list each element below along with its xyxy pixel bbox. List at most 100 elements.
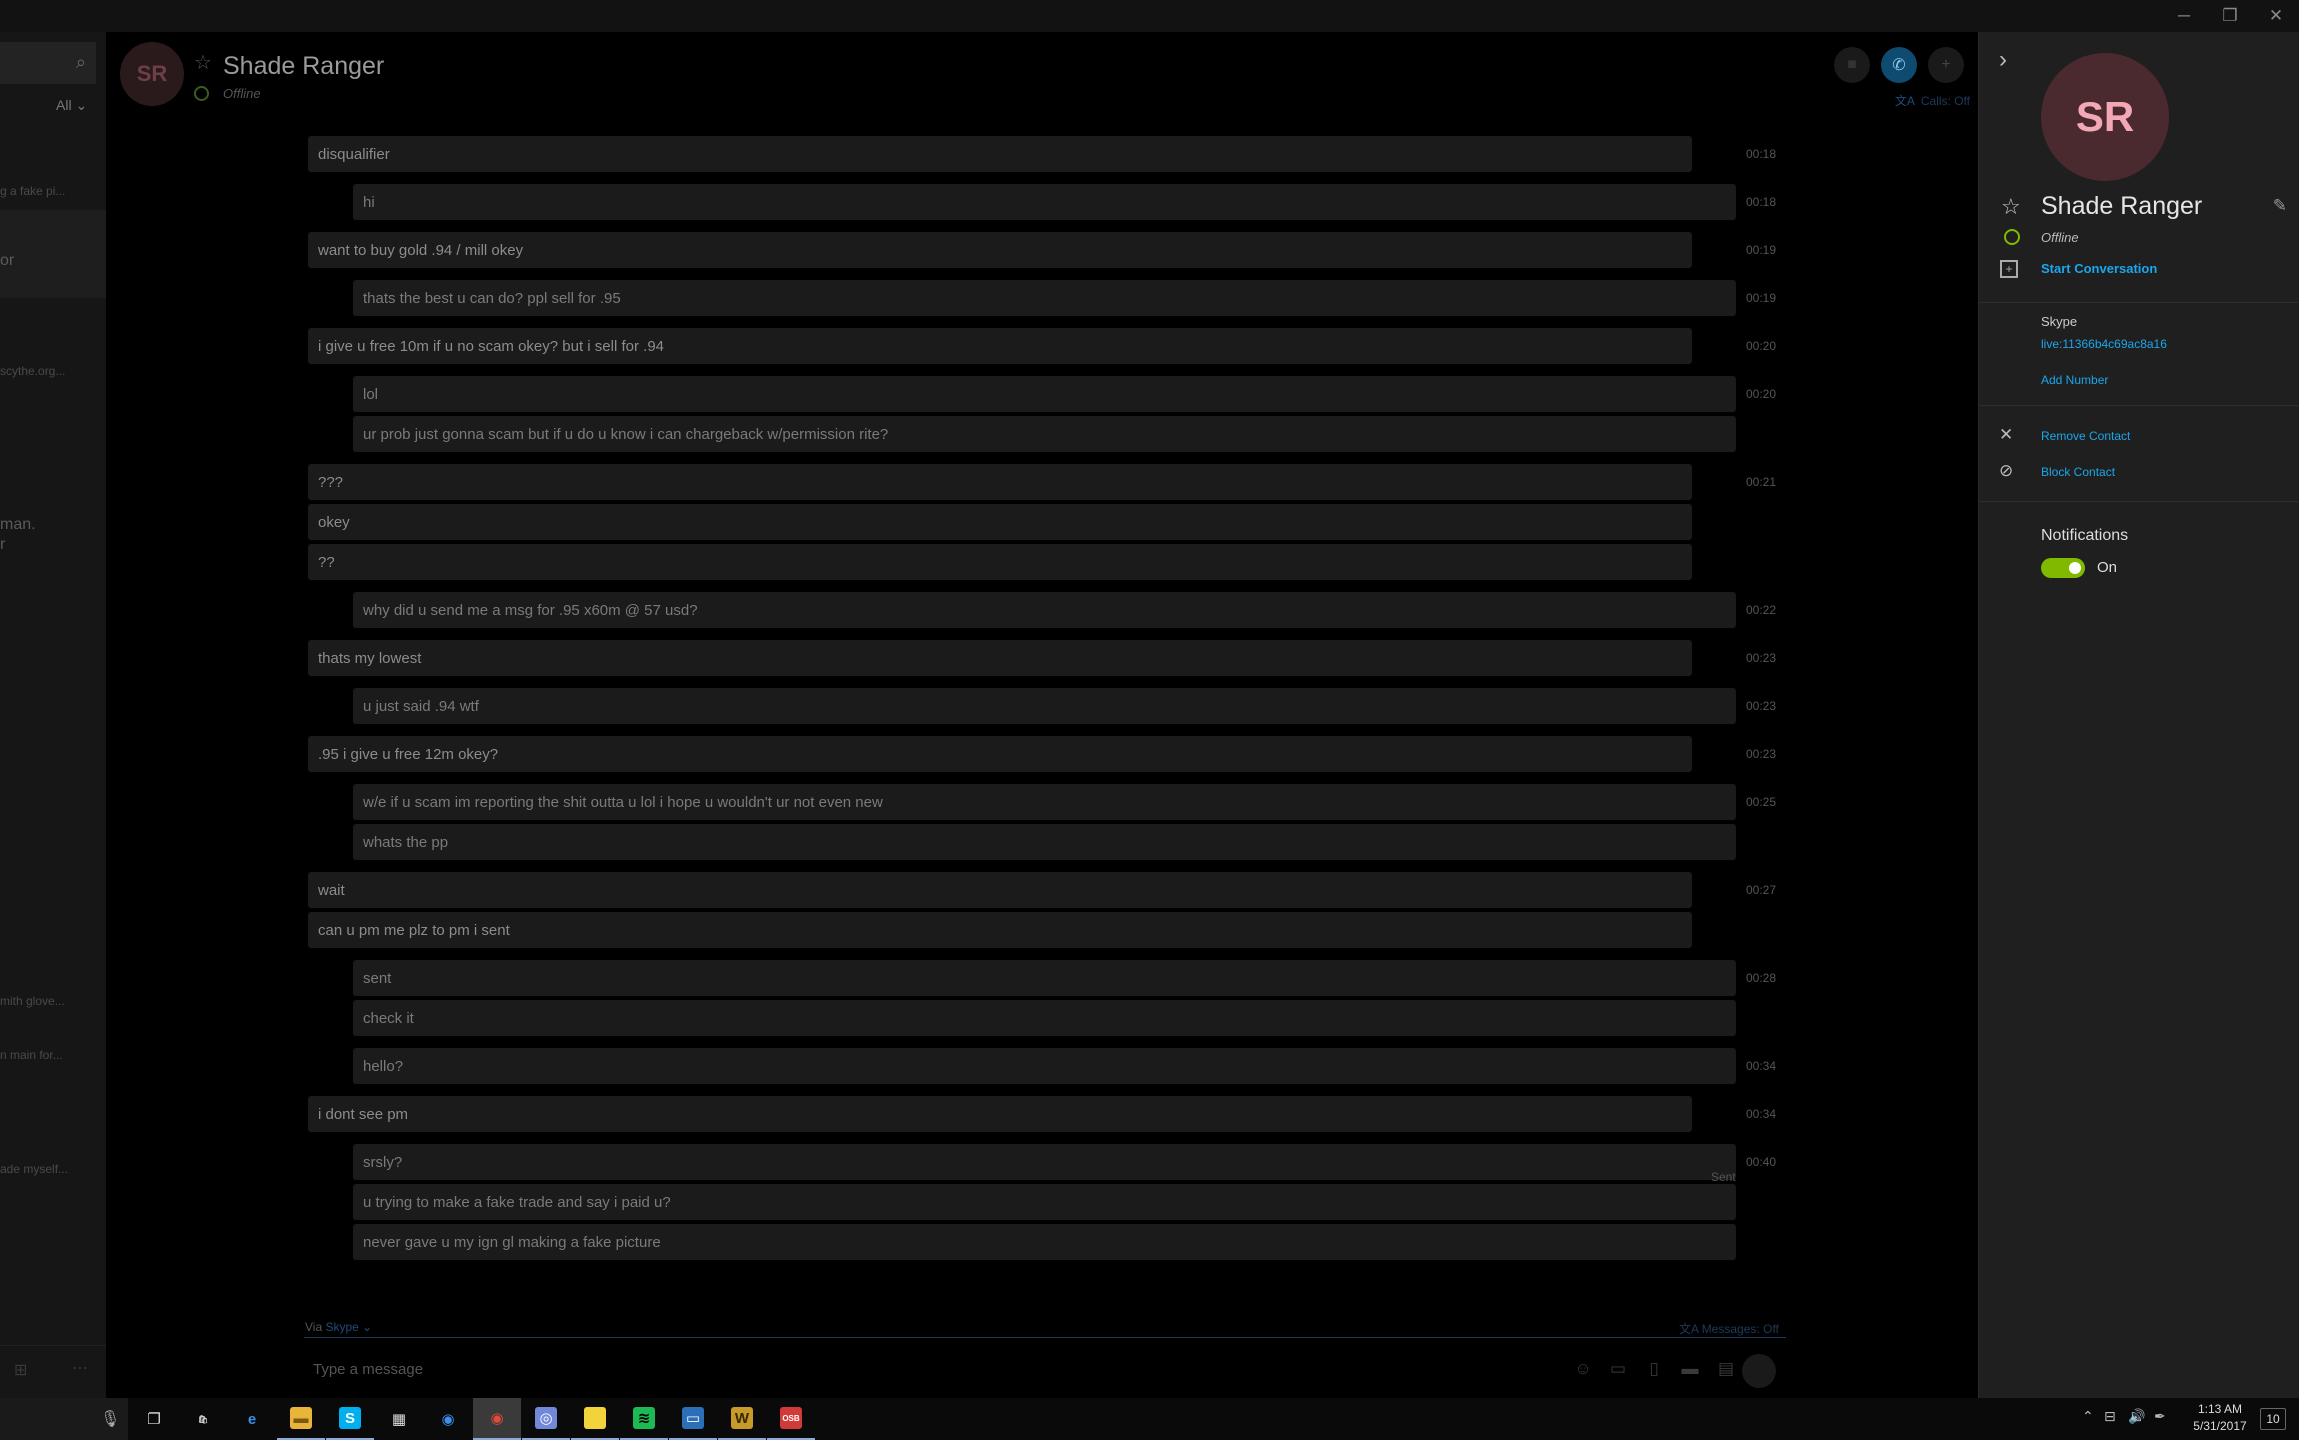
remove-contact-link[interactable]: Remove Contact: [2041, 429, 2130, 443]
edit-icon[interactable]: ✎: [2273, 196, 2287, 216]
message-bubble[interactable]: thats the best u can do? ppl sell for .9…: [353, 280, 1736, 316]
message-bubble[interactable]: ur prob just gonna scam but if u do u kn…: [353, 416, 1736, 452]
taskbar-search[interactable]: 🎙: [0, 1398, 128, 1440]
more-icon[interactable]: ⋯: [72, 1358, 88, 1378]
microphone-icon[interactable]: 🎙: [100, 1409, 120, 1429]
network-icon[interactable]: ⊟: [2104, 1408, 2116, 1425]
block-contact-link[interactable]: Block Contact: [2041, 465, 2115, 479]
star-icon[interactable]: ☆: [2001, 194, 2021, 220]
audio-call-button[interactable]: ✆: [1881, 47, 1917, 83]
volume-icon[interactable]: 🔊: [2128, 1408, 2145, 1425]
contact-name[interactable]: Shade Ranger: [223, 52, 384, 81]
list-item[interactable]: g a fake pi...: [0, 184, 65, 198]
taskbar-app-file-explorer[interactable]: ▬: [277, 1398, 325, 1440]
video-message-icon[interactable]: ▬: [1678, 1357, 1702, 1381]
message-bubble[interactable]: why did u send me a msg for .95 x60m @ 5…: [353, 592, 1736, 628]
message-bubble[interactable]: ??: [308, 544, 1692, 580]
message-bubble[interactable]: ???: [308, 464, 1692, 500]
filter-dropdown[interactable]: All ⌄: [56, 97, 87, 114]
new-chat-icon[interactable]: ⊞: [14, 1360, 27, 1380]
message-bubble[interactable]: lol: [353, 376, 1736, 412]
message-bubble[interactable]: never gave u my ign gl making a fake pic…: [353, 1224, 1736, 1260]
list-item[interactable]: ade myself...: [0, 1162, 68, 1176]
emoji-icon[interactable]: ☺: [1571, 1357, 1595, 1381]
skype-id[interactable]: live:11366b4c69ac8a16: [2041, 337, 2167, 351]
message-bubble[interactable]: okey: [308, 504, 1692, 540]
chevron-right-icon[interactable]: ›: [1999, 46, 2007, 74]
list-item[interactable]: n main for...: [0, 1048, 63, 1062]
add-user-icon: +: [1941, 56, 1951, 73]
messages-translator-toggle[interactable]: 文A Messages: Off: [1679, 1320, 1779, 1337]
message-bubble[interactable]: u trying to make a fake trade and say i …: [353, 1184, 1736, 1220]
taskbar-app-app-blue-circle[interactable]: ◉: [424, 1398, 472, 1440]
profile-status: Offline: [2041, 230, 2079, 245]
message-bubble[interactable]: srsly?: [353, 1144, 1736, 1180]
message-bubble[interactable]: can u pm me plz to pm i sent: [308, 912, 1692, 948]
taskbar-app-sticky-notes[interactable]: [571, 1398, 619, 1440]
presence-icon: [2004, 229, 2020, 245]
message-bubble[interactable]: i give u free 10m if u no scam okey? but…: [308, 328, 1692, 364]
image-icon[interactable]: ▭: [1606, 1357, 1630, 1381]
message-input[interactable]: [305, 1350, 1161, 1388]
chevron-up-icon[interactable]: ⌃: [2082, 1408, 2094, 1425]
notification-center-icon[interactable]: 10: [2260, 1408, 2286, 1430]
file-icon[interactable]: ▯: [1642, 1357, 1666, 1381]
contact-card-icon[interactable]: ▤: [1714, 1357, 1738, 1381]
via-service-selector[interactable]: Via Skype ⌄: [305, 1320, 372, 1334]
taskbar-app-calculator[interactable]: ▦: [375, 1398, 423, 1440]
taskbar-app-store[interactable]: 🛍: [179, 1398, 227, 1440]
taskbar-app-spotify[interactable]: ≋: [620, 1398, 668, 1440]
profile-name: Shade Ranger: [2041, 192, 2203, 220]
message-timestamp: 00:34: [1746, 1107, 1777, 1121]
search-box[interactable]: ⌕: [0, 42, 96, 84]
video-call-button[interactable]: ■: [1834, 47, 1870, 83]
calls-translator-toggle[interactable]: 文A Calls: Off: [1895, 92, 1970, 109]
message-list: disqualifier 00:18 hi 00:18 want to buy gold…: [106, 124, 1978, 1304]
list-item[interactable]: scythe.org...: [0, 364, 65, 378]
star-icon[interactable]: ☆: [194, 50, 212, 75]
message-bubble[interactable]: want to buy gold .94 / mill okey: [308, 232, 1692, 268]
message-bubble[interactable]: sent: [353, 960, 1736, 996]
message-bubble[interactable]: .95 i give u free 12m okey?: [308, 736, 1692, 772]
block-icon: ⊘: [1999, 461, 2014, 480]
taskbar-app-osbuddy[interactable]: OSB: [767, 1398, 815, 1440]
taskbar-app-task-view[interactable]: ❐: [130, 1398, 178, 1440]
list-item[interactable]: mith glove...: [0, 994, 65, 1008]
message-bubble[interactable]: thats my lowest: [308, 640, 1692, 676]
restore-button[interactable]: ❐: [2207, 0, 2253, 32]
message-bubble[interactable]: hi: [353, 184, 1736, 220]
taskbar-app-world-of-warcraft[interactable]: W: [718, 1398, 766, 1440]
message-bubble[interactable]: u just said .94 wtf: [353, 688, 1736, 724]
sidebar-footer: ⊞ ⋯: [0, 1345, 106, 1398]
message-bubble[interactable]: disqualifier: [308, 136, 1692, 172]
system-clock[interactable]: 1:13 AM 5/31/2017: [2180, 1401, 2260, 1435]
start-conversation-link[interactable]: Start Conversation: [2041, 261, 2157, 276]
send-button[interactable]: [1742, 1354, 1776, 1388]
message-bubble[interactable]: i dont see pm: [308, 1096, 1692, 1132]
avatar[interactable]: SR: [120, 42, 184, 106]
message-bubble[interactable]: whats the pp: [353, 824, 1736, 860]
message-bubble[interactable]: w/e if u scam im reporting the shit outt…: [353, 784, 1736, 820]
minimize-button[interactable]: ─: [2161, 0, 2207, 32]
taskbar-app-edge[interactable]: e: [228, 1398, 276, 1440]
close-button[interactable]: ✕: [2253, 0, 2299, 32]
list-item[interactable]: r: [0, 536, 5, 554]
message-bubble[interactable]: check it: [353, 1000, 1736, 1036]
pen-icon[interactable]: ✒: [2154, 1408, 2166, 1425]
taskbar-app-skype[interactable]: S: [326, 1398, 374, 1440]
taskbar-app-chrome[interactable]: ◉: [473, 1398, 521, 1440]
chat-pane: SR ☆ Shade Ranger Offline ■ ✆ + 文A Calls:…: [106, 32, 1978, 1398]
taskbar-app-discord[interactable]: ◎: [522, 1398, 570, 1440]
message-bubble[interactable]: hello?: [353, 1048, 1736, 1084]
selected-conversation[interactable]: [0, 210, 106, 298]
notifications-toggle[interactable]: [2041, 558, 2085, 578]
taskbar-app-app-blue-window[interactable]: ▭: [669, 1398, 717, 1440]
close-icon: ✕: [1999, 425, 2014, 444]
add-people-button[interactable]: +: [1928, 47, 1964, 83]
list-item[interactable]: or: [0, 252, 14, 270]
list-item[interactable]: man.: [0, 516, 36, 534]
message-bubble[interactable]: wait: [308, 872, 1692, 908]
avatar[interactable]: SR: [2041, 53, 2169, 181]
search-icon[interactable]: ⌕: [76, 52, 86, 73]
add-number-link[interactable]: Add Number: [2041, 373, 2108, 387]
